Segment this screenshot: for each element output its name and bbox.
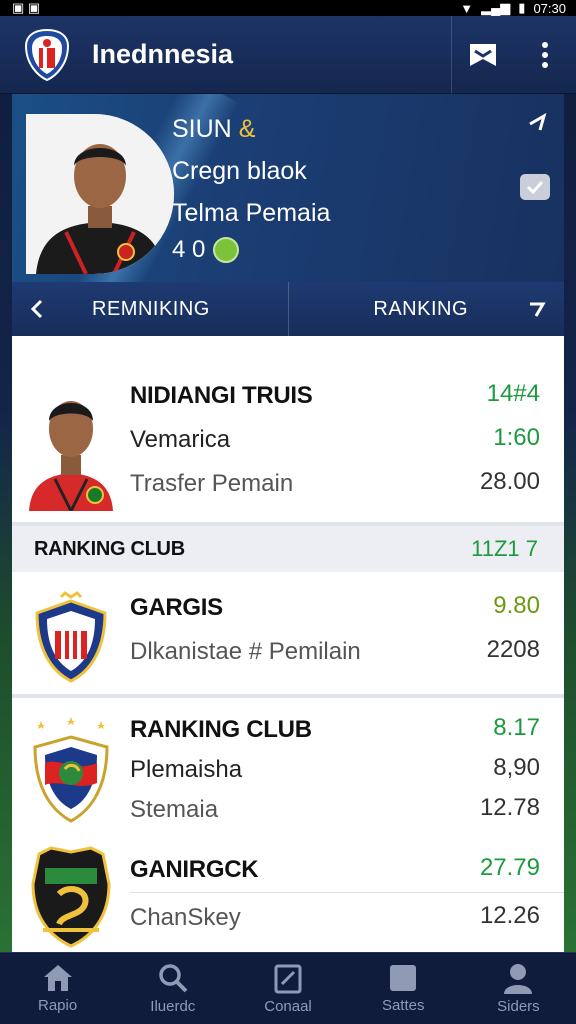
featured-player-card[interactable]: SIUN & Cregn blaok Telma Pemaia 4 0	[12, 94, 564, 282]
tab-ranking-label: RANKING	[373, 297, 468, 320]
club-name: GARGIS	[130, 594, 223, 621]
app-bar: Inednnesia	[0, 15, 576, 94]
notification-icon: ▣ ▣	[12, 0, 41, 15]
bottom-navigation: Rapio Iluerdc Conaal Sattes Siders	[0, 952, 576, 1024]
club-value-1: 27.79	[479, 854, 540, 881]
club-name: GANIRGCK	[130, 856, 259, 883]
player-position: Vemarica	[130, 426, 231, 453]
player-value-3: 28.00	[479, 468, 540, 495]
club-line2: Plemaisha	[130, 756, 243, 783]
featured-stat: 4 0	[172, 236, 330, 264]
nav-item-iluerdc[interactable]: Iluerdc	[115, 953, 230, 1024]
featured-stat-value: 4 0	[172, 236, 206, 263]
list-item[interactable]: GARGIS Dlkanistae # Pemilain 9.80 2208	[12, 572, 564, 698]
club-value-3: 12.78	[479, 794, 540, 821]
chevron-left-icon	[30, 299, 43, 319]
club-crest-icon	[12, 584, 130, 694]
club-values: 9.80 2208	[434, 584, 564, 694]
list-item[interactable]: GANIRGCK ChanSkey 27.79 12.26	[12, 830, 564, 948]
featured-player-info: SIUN & Cregn blaok Telma Pemaia 4 0	[172, 108, 330, 264]
nav-label-sattes: Sattes	[381, 997, 425, 1014]
battery-icon: ▮	[518, 0, 526, 15]
club-name: RANKING CLUB	[130, 716, 312, 743]
nav-label-iluerdc: Iluerdc	[150, 998, 196, 1015]
status-time: 07:30	[533, 0, 566, 16]
row-divider	[130, 892, 564, 893]
nav-item-conaal[interactable]: Conaal	[230, 953, 345, 1024]
nav-label-rapio: Rapio	[38, 997, 78, 1014]
nav-label-siders: Siders	[497, 998, 540, 1015]
club-subtitle: Stemaia	[130, 796, 219, 823]
message-icon	[470, 43, 496, 66]
status-bar: ▣ ▣ ▼ ▂▄▆ ▮ 07:30	[0, 0, 576, 16]
nav-item-rapio[interactable]: Rapio	[0, 953, 115, 1024]
featured-subtitle: Cregn blaok	[172, 157, 307, 185]
tab-ranking[interactable]: RANKING	[289, 282, 565, 336]
nav-label-conaal: Conaal	[264, 998, 312, 1015]
club-value-1: 8.17	[493, 714, 540, 741]
more-vertical-icon	[542, 41, 548, 68]
club-info: RANKING CLUB Plemaisha Stemaia	[130, 708, 434, 830]
featured-title-main: SIUN	[172, 115, 232, 143]
tab-remniking[interactable]: REMNIKING	[12, 282, 289, 336]
player-info: NIDIANGI TRUIS Vemarica Trasfer Pemain	[130, 372, 434, 522]
featured-description: Telma Pemaia	[172, 199, 331, 227]
list-item[interactable]: NIDIANGI TRUIS Vemarica Trasfer Pemain 1…	[12, 336, 564, 526]
user-icon	[504, 964, 533, 994]
section-header-label: RANKING CLUB	[34, 537, 185, 560]
app-title: Inednnesia	[92, 39, 234, 69]
featured-title-accent: &	[238, 115, 256, 143]
player-avatar	[12, 372, 130, 522]
player-values: 14#4 1:60 28.00	[434, 372, 564, 522]
featured-title: SIUN &	[172, 108, 330, 150]
club-value-2: 2208	[486, 636, 540, 663]
club-crest-icon	[12, 844, 130, 948]
section-header: RANKING CLUB 11Z1 7	[12, 526, 564, 572]
club-info: GANIRGCK ChanSkey	[130, 844, 434, 948]
check-icon	[526, 180, 544, 194]
player-value-1: 14#4	[486, 380, 540, 407]
search-icon	[159, 964, 188, 993]
club-subtitle: ChanSkey	[130, 904, 241, 931]
list-item[interactable]: RANKING CLUB Plemaisha Stemaia 8.17 8,90…	[12, 698, 564, 830]
club-info: GARGIS Dlkanistae # Pemilain	[130, 584, 434, 694]
club-value-2: 12.26	[479, 902, 540, 929]
wifi-icon: ▼	[460, 0, 474, 16]
select-checkbox[interactable]	[520, 174, 550, 200]
signal-icon: ▂▄▆	[481, 0, 511, 15]
club-subtitle: Dlkanistae # Pemilain	[130, 638, 361, 665]
ranking-list: NIDIANGI TRUIS Vemarica Trasfer Pemain 1…	[12, 336, 564, 952]
nav-item-siders[interactable]: Siders	[461, 953, 576, 1024]
more-options-button[interactable]	[514, 16, 576, 94]
club-value-2: 8,90	[493, 754, 540, 781]
player-value-2: 1:60	[493, 424, 540, 451]
club-values: 27.79 12.26	[434, 844, 564, 948]
home-icon	[43, 965, 72, 991]
edit-icon	[274, 964, 302, 994]
expand-arrow-icon[interactable]	[526, 112, 548, 139]
ball-icon	[213, 237, 240, 263]
ranking-tabs: REMNIKING RANKING	[12, 282, 564, 336]
club-values: 8.17 8,90 12.78	[434, 708, 564, 830]
player-subtitle: Trasfer Pemain	[130, 470, 294, 497]
player-name: NIDIANGI TRUIS	[130, 382, 313, 409]
federation-logo-icon	[22, 27, 72, 83]
message-button[interactable]	[452, 16, 514, 94]
nav-item-sattes[interactable]: Sattes	[346, 953, 461, 1024]
club-crest-icon	[12, 708, 130, 830]
section-header-value: 11Z1 7	[471, 536, 538, 561]
club-value-1: 9.80	[493, 592, 540, 619]
square-icon	[390, 965, 417, 991]
chevron-right-icon	[530, 302, 546, 317]
tab-remniking-label: REMNIKING	[92, 297, 210, 320]
